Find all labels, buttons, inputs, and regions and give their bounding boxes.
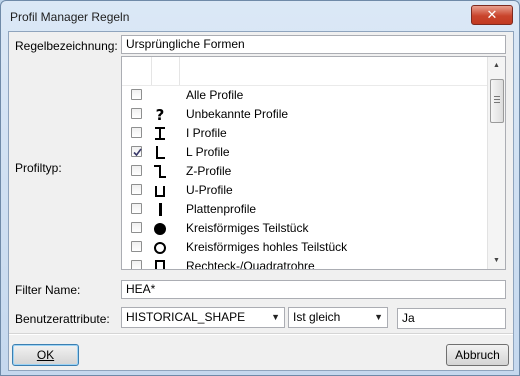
profile-checkbox[interactable] [131, 146, 142, 157]
list-item[interactable]: L Profile [122, 143, 490, 162]
plate-profile-icon [152, 201, 168, 218]
list-item[interactable]: Kreisförmiges hohles Teilstück [122, 238, 490, 257]
filled-circle-icon [152, 220, 168, 237]
profile-label: Z-Profile [186, 164, 232, 178]
cancel-button-label: Abbruch [455, 348, 500, 362]
profile-type-label: Profiltyp: [15, 161, 62, 175]
title-bar[interactable]: Profil Manager Regeln ✕ [1, 1, 519, 31]
vertical-scrollbar[interactable]: ▲ ▼ [487, 57, 505, 269]
l-profile-icon [152, 144, 168, 161]
profile-label: Plattenprofile [186, 202, 257, 216]
profile-checkbox[interactable] [131, 241, 142, 252]
rule-name-label: Regelbezeichnung: [15, 39, 118, 53]
window-title: Profil Manager Regeln [10, 10, 130, 24]
none-icon [152, 87, 168, 104]
list-item[interactable]: I Profile [122, 124, 490, 143]
list-item[interactable]: Alle Profile [122, 86, 490, 105]
dropdown-arrow-icon[interactable]: ▼ [271, 308, 280, 327]
profile-checkbox[interactable] [131, 89, 142, 100]
list-item[interactable]: ? Unbekannte Profile [122, 105, 490, 124]
dialog-client-area: Regelbezeichnung: Ursprüngliche Formen P… [8, 31, 514, 371]
attribute-name-value: HISTORICAL_SHAPE [126, 310, 246, 324]
profile-checkbox[interactable] [131, 127, 142, 138]
dropdown-arrow-icon[interactable]: ▼ [374, 308, 383, 327]
attribute-name-select[interactable]: HISTORICAL_SHAPE ▼ [121, 307, 285, 328]
column-separator [151, 57, 152, 85]
cancel-button[interactable]: Abbruch [446, 344, 509, 366]
scroll-down-arrow-icon[interactable]: ▼ [488, 252, 505, 269]
list-item[interactable]: Z-Profile [122, 162, 490, 181]
profile-label: U-Profile [186, 183, 233, 197]
operator-select[interactable]: Ist gleich ▼ [288, 307, 388, 328]
rectangle-tube-icon [152, 258, 168, 269]
profile-label: I Profile [186, 126, 227, 140]
profile-label: Rechteck-/Quadratrohre [186, 259, 315, 270]
profile-checkbox[interactable] [131, 260, 142, 269]
list-header [122, 57, 490, 86]
ok-button[interactable]: OK [12, 344, 79, 366]
profile-type-list[interactable]: Alle Profile? Unbekannte Profile I Profile… [121, 56, 506, 270]
list-item[interactable]: Plattenprofile [122, 200, 490, 219]
close-button[interactable]: ✕ [471, 5, 513, 25]
list-item[interactable]: Kreisförmiges Teilstück [122, 219, 490, 238]
user-attributes-label: Benutzerattribute: [15, 312, 110, 326]
question-mark-icon: ? [152, 106, 168, 124]
profile-checkbox[interactable] [131, 184, 142, 195]
profile-checkbox[interactable] [131, 203, 142, 214]
operator-value: Ist gleich [293, 310, 341, 324]
u-profile-icon [152, 182, 168, 199]
profile-checkbox[interactable] [131, 222, 142, 233]
profile-label: Kreisförmiges Teilstück [186, 221, 309, 235]
column-separator [179, 57, 180, 85]
hollow-circle-icon [152, 239, 168, 256]
profile-label: L Profile [186, 145, 230, 159]
profile-label: Kreisförmiges hohles Teilstück [186, 240, 348, 254]
close-icon: ✕ [486, 7, 498, 22]
profile-checkbox[interactable] [131, 108, 142, 119]
profile-checkbox[interactable] [131, 165, 142, 176]
i-profile-icon [152, 125, 168, 142]
attribute-value-input[interactable]: Ja [397, 308, 506, 329]
rule-name-input[interactable]: Ursprüngliche Formen [121, 35, 506, 54]
svg-text:?: ? [156, 106, 165, 123]
footer-separator [9, 333, 513, 335]
profile-label: Unbekannte Profile [186, 107, 289, 121]
filter-name-input[interactable]: HEA* [121, 280, 506, 299]
z-profile-icon [152, 163, 168, 180]
dialog-window: Profil Manager Regeln ✕ Regelbezeichnung… [0, 0, 520, 376]
filter-name-label: Filter Name: [15, 283, 81, 297]
checkmark-icon [133, 148, 142, 157]
scroll-thumb[interactable] [490, 79, 504, 123]
ok-button-label: OK [36, 348, 55, 362]
profile-label: Alle Profile [186, 88, 244, 102]
list-item[interactable]: Rechteck-/Quadratrohre [122, 257, 490, 270]
scroll-up-arrow-icon[interactable]: ▲ [488, 57, 505, 74]
list-item[interactable]: U-Profile [122, 181, 490, 200]
